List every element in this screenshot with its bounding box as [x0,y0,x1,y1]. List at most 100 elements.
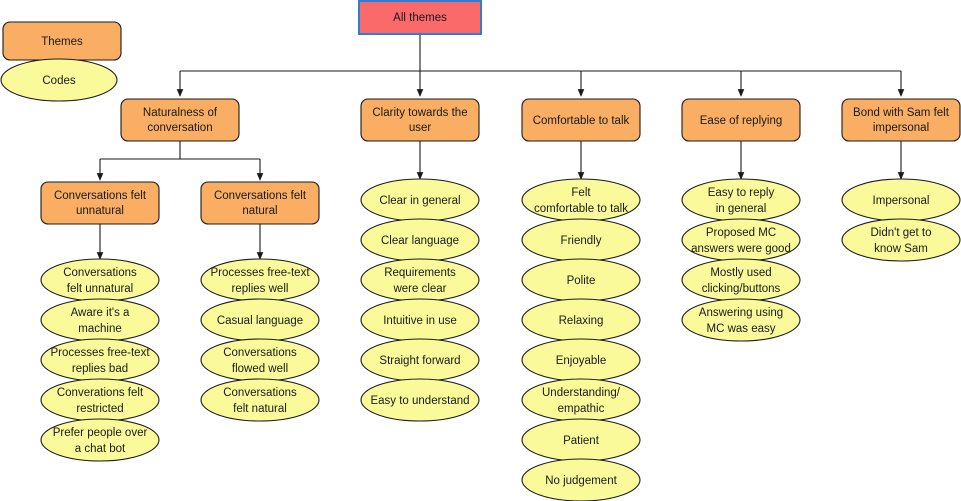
code-node-label: Felt [571,187,591,199]
code-node-label: felt unnatural [67,283,134,295]
node-code[interactable]: Mostly used clicking/buttons [681,258,801,302]
code-node-label: Mostly used [710,267,771,279]
thematic-analysis-diagram: Themes Codes All themes Naturalness of c… [0,0,961,501]
node-code[interactable]: Conversations flowed well [200,338,320,382]
code-node-label: Processes free-text [210,267,310,279]
code-node-label: clicking/buttons [702,283,781,295]
node-code[interactable]: Proposed MC answers were good [681,218,801,262]
node-code[interactable]: Understanding/empathic [521,378,641,422]
node-code[interactable]: Conversations felt natural [200,378,320,422]
node-code[interactable]: Conversations felt unnatural [40,258,160,302]
node-code[interactable]: Clear language [360,218,480,262]
code-node-label: Intuitive in use [383,315,457,327]
subtheme-node-label-line2: unnatural [76,205,124,217]
code-node-label: Proposed MC [706,227,776,239]
node-code[interactable]: Patient [521,418,641,462]
code-node-label: Conversations [63,267,137,279]
code-list-comfortable-to-talk: Felt comfortable to talk Friendly Polite Rel… [521,178,641,501]
node-code[interactable]: Answering using MC was easy [681,298,801,342]
code-node-label: Requirements [384,267,456,279]
node-code[interactable]: Prefer people over a chat bot [40,418,160,462]
subtheme-node-shape [40,181,160,225]
node-code[interactable]: Enjoyable [521,338,641,382]
code-node-label: answers were good [691,243,791,255]
node-code[interactable]: Processes free-text replies bad [40,338,160,382]
node-code[interactable]: Felt comfortable to talk [521,178,641,222]
node-code[interactable]: Casual language [200,298,320,342]
code-node-label: flowed well [232,363,288,375]
node-subtheme-conversations-felt-natural[interactable]: Conversations felt natural [200,181,320,225]
code-node-label: know Sam [874,243,928,255]
code-node-label: replies bad [72,363,128,375]
code-node-label: empathic [558,403,605,415]
node-theme-naturalness-of-conversation[interactable]: Naturalness of conversation [120,98,240,142]
subtheme-node-label-line1: Conversations felt [54,190,147,202]
subtheme-node-shape [200,181,320,225]
node-theme-bond-with-sam-felt-impersonal[interactable]: Bond with Sam felt impersonal [841,98,961,142]
column-bond-with-sam-felt-impersonal: Bond with Sam felt impersonal Impersonal… [841,98,961,262]
subtheme-node-label-line1: Conversations felt [214,190,307,202]
code-node-label: Converations felt [57,387,144,399]
node-code[interactable]: Converations felt restricted [40,378,160,422]
code-list-conversations-felt-unnatural: Conversations felt unnatural Aware it's a m… [40,258,160,462]
code-node-label: MC was easy [706,323,775,335]
root-node-label: All themes [393,12,447,24]
node-code[interactable]: Intuitive in use [360,298,480,342]
code-node-label: Polite [567,275,596,287]
code-node-label: Answering using [699,307,783,319]
node-code[interactable]: Processes free-text replies well [200,258,320,302]
code-list-clarity-towards-the-user: Clear in general Clear language Requiremen… [360,178,480,422]
theme-node-label-line2: impersonal [873,122,929,134]
code-node-label: Processes free-text [50,347,150,359]
code-node-label: Friendly [561,235,602,247]
code-node-label: a chat bot [75,443,126,455]
column-comfortable-to-talk: Comfortable to talk Felt comfortable to t… [521,98,641,501]
node-code[interactable]: Impersonal [841,178,961,222]
node-all-themes[interactable]: All themes [358,0,482,35]
legend-code-label: Codes [42,75,75,87]
code-list-ease-of-replying: Easy to reply in general Proposed MC answer… [681,178,801,342]
code-node-label: Easy to reply [708,187,775,199]
legend: Themes Codes [0,21,122,102]
node-code[interactable]: Polite [521,258,641,302]
code-list-bond-with-sam-felt-impersonal: Impersonal Didn't get to know Sam [841,178,961,262]
node-code[interactable]: Relaxing [521,298,641,342]
node-code[interactable]: Didn't get to know Sam [841,218,961,262]
node-theme-ease-of-replying[interactable]: Ease of replying [681,98,801,142]
theme-node-label: Ease of replying [700,115,782,127]
diagram-canvas: Themes Codes All themes Naturalness of c… [0,0,961,501]
code-node-label: Casual language [217,315,303,327]
code-node-label: felt natural [233,403,287,415]
code-node-label: replies well [232,283,289,295]
column-ease-of-replying: Ease of replying Easy to reply in general… [681,98,801,342]
theme-node-label: Comfortable to talk [533,115,630,127]
code-node-label: Easy to understand [370,395,469,407]
node-code[interactable]: Straight forward [360,338,480,382]
theme-node-label-line2: user [409,122,432,134]
code-list-conversations-felt-natural: Processes free-text replies well Casual la… [200,258,320,422]
code-node-label: Aware it's a [71,307,130,319]
node-code[interactable]: Aware it's a machine [40,298,160,342]
node-code[interactable]: No judgement [521,458,641,501]
node-code[interactable]: Easy to understand [360,378,480,422]
node-code[interactable]: Requirements were clear [360,258,480,302]
code-node-label: comfortable to talk [534,203,628,215]
code-node-label: No judgement [545,475,617,487]
code-node-label: Conversations [223,347,297,359]
code-node-label: Didn't get to [870,227,931,239]
node-code[interactable]: Friendly [521,218,641,262]
code-node-label: Straight forward [379,355,460,367]
code-node-label: machine [78,323,121,335]
node-theme-clarity-towards-the-user[interactable]: Clarity towards the user [360,98,480,142]
node-theme-comfortable-to-talk[interactable]: Comfortable to talk [521,98,641,142]
code-node-label: Patient [563,435,600,447]
code-node-label: Conversations [223,387,297,399]
code-node-label: Enjoyable [556,355,607,367]
node-code[interactable]: Clear in general [360,178,480,222]
code-node-label: Clear language [381,235,459,247]
code-node-label: restricted [76,403,123,415]
node-code[interactable]: Easy to reply in general [681,178,801,222]
code-node-label: Clear in general [379,195,460,207]
node-subtheme-conversations-felt-unnatural[interactable]: Conversations felt unnatural [40,181,160,225]
connector-group-root [176,33,905,97]
